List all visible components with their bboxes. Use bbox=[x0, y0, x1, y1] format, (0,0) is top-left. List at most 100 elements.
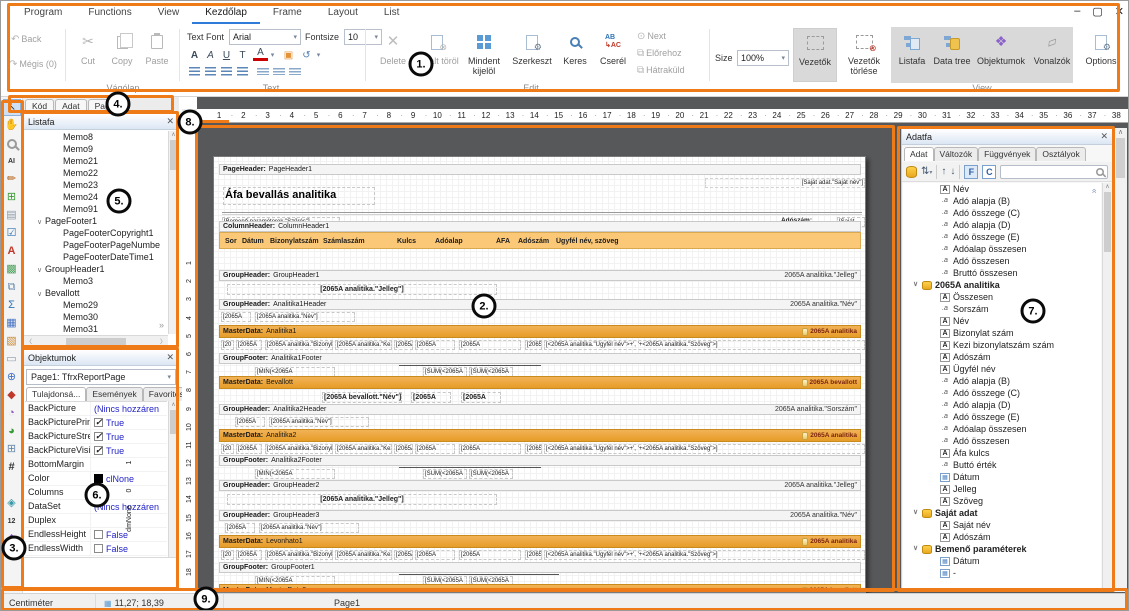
report-memo[interactable]: [2065A analitika."Bizonylat bbox=[265, 340, 333, 350]
report-memo[interactable]: Ügyfél név, szöveg bbox=[555, 237, 645, 246]
align-bottom-button[interactable] bbox=[289, 68, 301, 75]
ribbon-tab[interactable]: Kezdőlap bbox=[192, 4, 260, 24]
report-band[interactable]: MasterData: Bevallott 2065A bevallott [2… bbox=[219, 376, 861, 404]
ribbon-tab[interactable]: Frame bbox=[260, 4, 315, 24]
report-page[interactable]: PageHeader: PageHeader1 Áfa bevallás ana… bbox=[213, 156, 866, 593]
report-memo[interactable]: Dátum bbox=[241, 237, 268, 246]
data-field-item[interactable]: Ügyfél név bbox=[903, 363, 1101, 375]
report-memo[interactable]: [20 bbox=[221, 444, 234, 454]
classes-filter-button[interactable]: C bbox=[982, 165, 996, 179]
report-memo[interactable]: Adóalap bbox=[434, 237, 466, 246]
send-backward-button[interactable]: ⧉Hátraküld bbox=[637, 65, 685, 76]
report-memo[interactable]: Kulcs bbox=[396, 237, 418, 246]
report-memo[interactable]: [2065A bbox=[415, 444, 455, 454]
report-memo[interactable]: [2065A bbox=[461, 392, 501, 403]
report-band[interactable]: MasterData: Levonhato1 2065A analitika [… bbox=[219, 535, 861, 561]
report-tree-button[interactable]: Listafa bbox=[893, 28, 931, 82]
data-field-item[interactable]: Adószám bbox=[903, 351, 1101, 363]
report-band[interactable]: GroupHeader: GroupHeader3 2065A analitik… bbox=[219, 510, 861, 533]
report-band[interactable]: GroupHeader: GroupHeader1 2065A analitik… bbox=[219, 270, 861, 297]
close-icon[interactable]: ✕ bbox=[166, 116, 174, 127]
underline-button[interactable]: U bbox=[219, 48, 234, 62]
report-memo[interactable]: [2065A bbox=[394, 550, 413, 560]
tree-item[interactable]: PageFooterCopyright1 bbox=[25, 227, 167, 239]
search-input[interactable] bbox=[1000, 165, 1108, 179]
horizontal-scrollbar[interactable]: 〈〉 bbox=[24, 335, 168, 346]
property-row[interactable]: BackPictureVisible True bbox=[25, 444, 167, 458]
report-band[interactable]: MasterData: MasterData2 2065A bevallott bbox=[219, 584, 861, 593]
window-scrollbar[interactable]: ∧ bbox=[1113, 128, 1127, 592]
report-memo[interactable]: [2065A bevallott."Név"] bbox=[322, 392, 402, 403]
data-field-item[interactable]: Adó összege (E) bbox=[903, 411, 1101, 423]
report-band[interactable]: PageHeader: PageHeader1 Áfa bevallás ana… bbox=[219, 164, 861, 222]
data-field-item[interactable]: ∨Saját adat bbox=[903, 507, 1101, 519]
report-memo[interactable]: [2065A bbox=[415, 340, 455, 350]
report-memo[interactable]: [20 bbox=[221, 340, 234, 350]
collapse-all-icon[interactable]: » bbox=[1088, 188, 1098, 193]
tree-item[interactable]: Memo8 bbox=[25, 131, 167, 143]
highlight-button[interactable]: ▣ bbox=[281, 48, 296, 62]
data-tree-tab[interactable]: Függvények bbox=[978, 147, 1036, 161]
table-object-icon[interactable]: ▦ bbox=[3, 315, 21, 332]
report-memo[interactable]: [2065A bbox=[394, 340, 413, 350]
ribbon-tab[interactable]: Functions bbox=[75, 4, 144, 24]
matrix-object-icon[interactable]: # bbox=[3, 459, 21, 476]
data-field-item[interactable]: ∨2065A analitika bbox=[903, 279, 1101, 291]
report-band[interactable]: GroupFooter: Analitika1Footer [MIN(<2065… bbox=[219, 353, 861, 376]
ribbon-tab[interactable]: List bbox=[371, 4, 413, 24]
close-button[interactable]: ✕ bbox=[1115, 5, 1124, 18]
picture-object-icon[interactable]: ▩ bbox=[3, 261, 21, 278]
minimize-button[interactable]: – bbox=[1074, 5, 1080, 18]
report-memo[interactable]: [2065A bbox=[221, 312, 251, 322]
report-memo[interactable]: Számlaszám bbox=[322, 237, 372, 246]
checkbox-object-icon[interactable]: ☑ bbox=[3, 225, 21, 242]
report-band[interactable]: GroupHeader: Analitika2Header 2065A anal… bbox=[219, 404, 861, 428]
object-inspector-button[interactable]: ❖Objektumok bbox=[973, 28, 1029, 82]
tree-item[interactable]: Memo29 bbox=[25, 299, 167, 311]
data-field-item[interactable]: Adó alapja (D) bbox=[903, 399, 1101, 411]
tree-item[interactable]: Memo30 bbox=[25, 311, 167, 323]
format-brush-icon[interactable]: ✏ bbox=[3, 171, 21, 188]
report-memo[interactable] bbox=[222, 212, 862, 215]
chevron-down-icon[interactable]: ▾ bbox=[311, 48, 326, 62]
data-field-item[interactable]: Összesen bbox=[903, 291, 1101, 303]
report-band[interactable]: GroupHeader: GroupHeader2 2065A analitik… bbox=[219, 480, 861, 506]
tree-item[interactable]: Memo91 bbox=[25, 203, 167, 215]
tree-item[interactable]: Memo24 bbox=[25, 191, 167, 203]
data-field-item[interactable]: Saját név bbox=[903, 519, 1101, 531]
paste-button[interactable]: Paste bbox=[139, 28, 175, 82]
inspector-tab[interactable]: Tulajdonsá... bbox=[26, 387, 86, 401]
data-field-item[interactable]: Adó összege (C) bbox=[903, 207, 1101, 219]
crosstab-object-icon[interactable]: ▧ bbox=[3, 333, 21, 350]
report-memo[interactable]: [2065A bbox=[235, 417, 265, 427]
data-field-item[interactable]: Adó alapja (D) bbox=[903, 219, 1101, 231]
gauge-object-icon[interactable]: ◔ bbox=[3, 405, 21, 422]
document-tab[interactable]: Adat bbox=[55, 99, 87, 112]
data-field-item[interactable]: Adó összesen bbox=[903, 255, 1101, 267]
map-object-icon[interactable]: ◈ bbox=[3, 495, 21, 512]
chevron-more-icon[interactable]: » bbox=[159, 320, 164, 330]
edit-button[interactable]: ⚙Szerkeszt bbox=[509, 28, 555, 82]
report-memo[interactable]: [2065A bbox=[525, 444, 542, 454]
subreport-object-icon[interactable]: ▭ bbox=[3, 351, 21, 368]
bold-button[interactable]: A bbox=[187, 48, 202, 62]
report-memo[interactable]: [2065A bbox=[459, 444, 521, 454]
back-button[interactable]: ↶Back bbox=[11, 34, 41, 45]
document-tab[interactable]: Kód bbox=[25, 99, 54, 112]
data-field-item[interactable]: Áfa kulcs bbox=[903, 447, 1101, 459]
align-left-button[interactable] bbox=[189, 67, 200, 76]
data-field-item[interactable]: Bruttó összesen bbox=[903, 267, 1101, 279]
report-band[interactable]: ColumnHeader: ColumnHeader1 SorDátumBizo… bbox=[219, 221, 861, 249]
find-button[interactable]: Keres bbox=[557, 28, 593, 82]
data-field-item[interactable]: Buttó érték bbox=[903, 459, 1101, 471]
report-memo[interactable]: [2065A bbox=[394, 444, 413, 454]
tree-item[interactable]: PageFooterDateTime1 bbox=[25, 251, 167, 263]
vertical-scrollbar[interactable]: ∧ bbox=[168, 401, 178, 557]
text-a-object-icon[interactable]: A bbox=[3, 243, 21, 260]
data-field-item[interactable]: Sorszám bbox=[903, 303, 1101, 315]
report-memo[interactable]: [<2065A analitika."Ügyfél név">+', '+<20… bbox=[544, 444, 865, 454]
web-object-icon[interactable]: ⊕ bbox=[3, 369, 21, 386]
report-memo[interactable]: [<2065A analitika."Ügyfél név">+', '+<20… bbox=[544, 340, 865, 350]
report-band[interactable]: GroupFooter: Analitika2Footer [MIN(<2065… bbox=[219, 455, 861, 478]
report-memo[interactable]: [2065A bbox=[236, 340, 262, 350]
